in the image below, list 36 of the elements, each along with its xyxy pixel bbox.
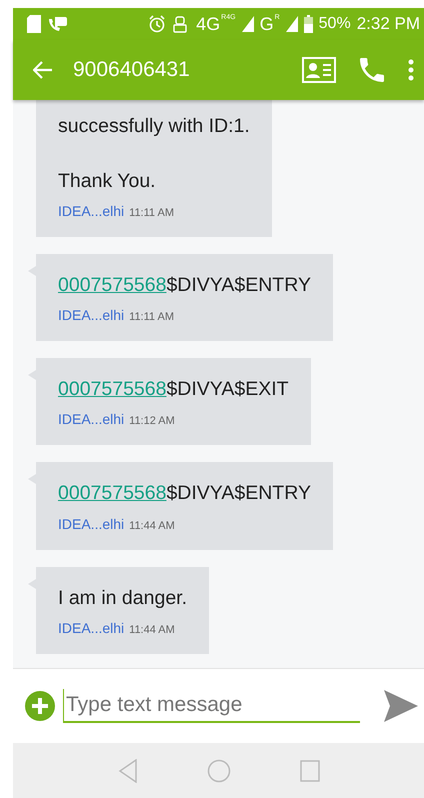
message-time: 11:44 AM bbox=[129, 520, 175, 532]
battery-icon bbox=[304, 15, 313, 33]
sender-name: IDEA...elhi bbox=[58, 516, 124, 532]
message-text: 0007575568$DIVYA$ENTRY bbox=[58, 272, 311, 298]
sender-name: IDEA...elhi bbox=[58, 411, 124, 428]
sender-name: IDEA...elhi bbox=[58, 620, 124, 636]
recents-icon[interactable] bbox=[300, 760, 320, 782]
back-icon[interactable] bbox=[33, 61, 53, 79]
message-time: 11:44 AM bbox=[129, 624, 175, 636]
sender-name: IDEA...elhi bbox=[58, 202, 124, 219]
signal-icon bbox=[242, 16, 254, 32]
send-icon[interactable] bbox=[384, 690, 418, 722]
alarm-clock-icon bbox=[148, 15, 166, 33]
sd-card-icon bbox=[27, 15, 41, 33]
sender-name: IDEA...elhi bbox=[58, 307, 124, 324]
number-link[interactable]: 0007575568 bbox=[58, 482, 166, 504]
contact-card-icon[interactable] bbox=[302, 57, 336, 83]
number-link[interactable]: 0007575568 bbox=[58, 378, 166, 400]
message-text: 0007575568$DIVYA$ENTRY bbox=[58, 481, 311, 506]
message-time: 11:11 AM bbox=[129, 311, 174, 324]
message-time: 11:11 AM bbox=[129, 206, 174, 219]
battery-percent: 50% bbox=[318, 15, 351, 33]
clock-time: 2:32 PM bbox=[356, 14, 420, 34]
more-options-icon[interactable] bbox=[408, 59, 414, 81]
message-text: 0007575568$DIVYA$EXIT bbox=[58, 377, 289, 402]
contact-number: 9006406431 bbox=[73, 58, 191, 82]
speech-bubble-icon bbox=[47, 15, 67, 33]
back-nav-icon[interactable] bbox=[118, 758, 138, 782]
message-text: successfully with ID:1. Thank You. bbox=[58, 114, 250, 194]
signal-icon bbox=[286, 16, 298, 32]
message-input[interactable]: Type text message bbox=[63, 689, 360, 723]
home-icon[interactable] bbox=[206, 758, 230, 782]
number-link[interactable]: 0007575568 bbox=[58, 274, 166, 296]
add-icon[interactable] bbox=[25, 691, 55, 721]
message-time: 11:12 AM bbox=[129, 415, 175, 428]
message-text: I am in danger. bbox=[58, 586, 187, 611]
